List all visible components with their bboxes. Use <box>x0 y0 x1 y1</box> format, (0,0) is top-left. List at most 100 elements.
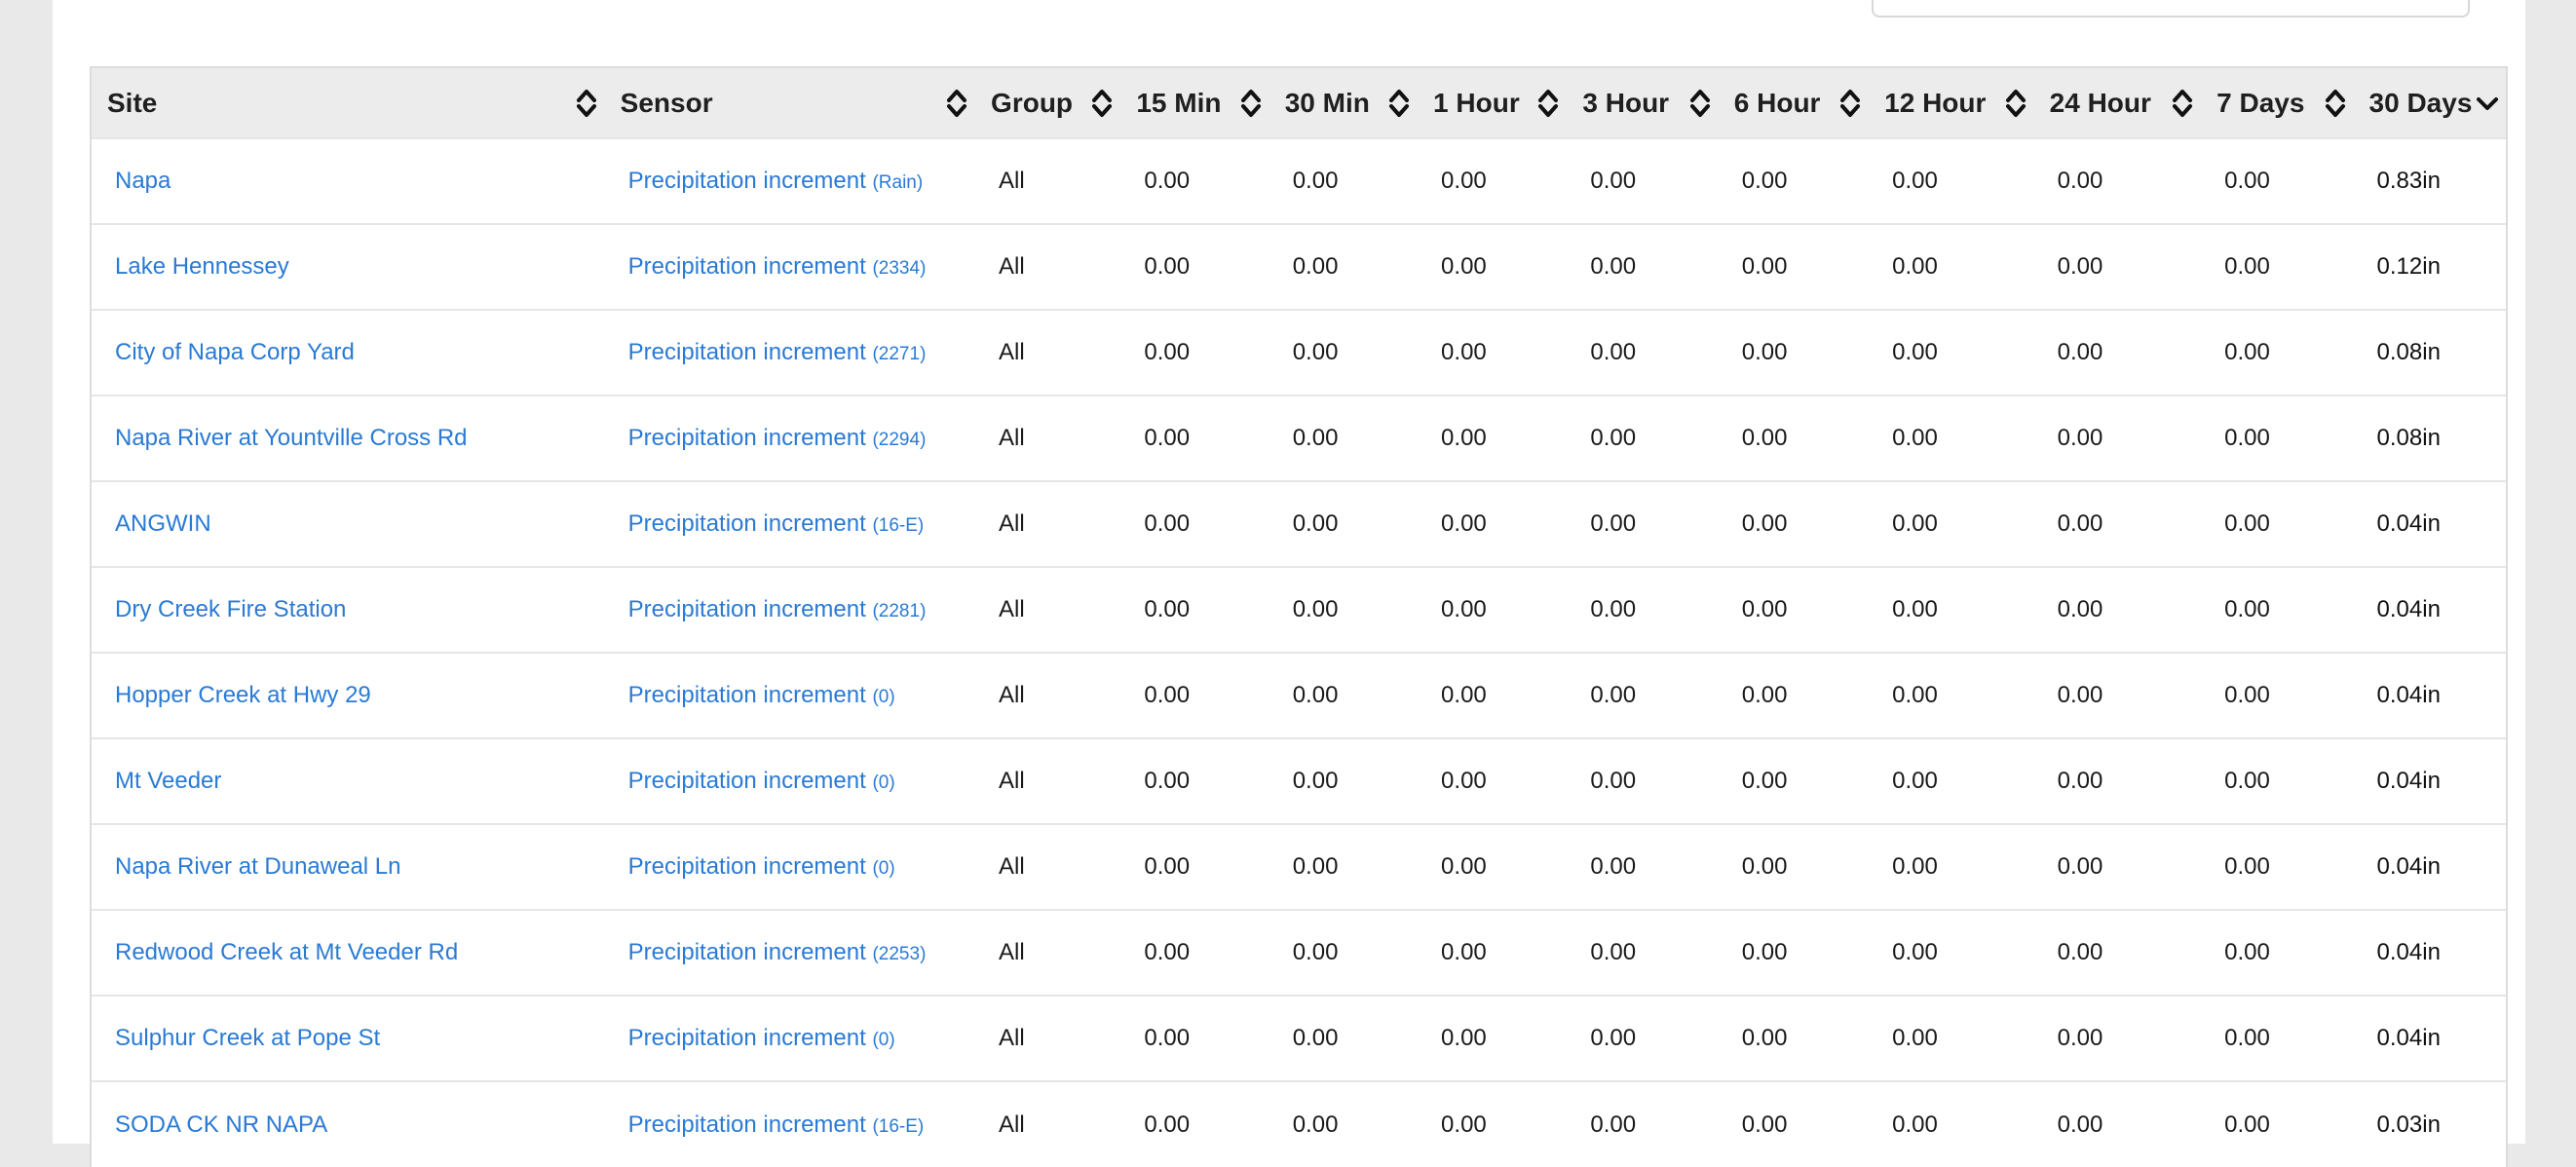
sensor-name: Precipitation increment <box>627 1111 866 1138</box>
sensor-link[interactable]: Precipitation increment (16-E) <box>628 510 925 537</box>
value-cell-3-hour: 0.00 <box>1590 768 1637 794</box>
sensor-code: (16-E) <box>872 515 925 536</box>
sensor-cell: Precipitation increment (16-E) <box>605 1081 975 1167</box>
value-cell-12-hour: 0.00 <box>1892 682 1938 708</box>
value-cell-12-hour: 0.00 <box>1892 168 1938 194</box>
sort-both-icon[interactable] <box>1240 87 1262 120</box>
value-cell-6-hour: 0.00 <box>1741 168 1788 194</box>
sensor-link[interactable]: Precipitation increment (0) <box>628 1025 895 1051</box>
value-cell-12-hour: 0.00 <box>1892 253 1938 280</box>
sensor-cell: Precipitation increment (2334) <box>605 224 975 310</box>
sort-both-icon[interactable] <box>576 87 597 120</box>
column-header-30-min[interactable]: 30 Min <box>1269 68 1418 138</box>
site-link[interactable]: Napa <box>115 168 170 194</box>
value-cell-24-hour: 0.00 <box>2057 1025 2103 1051</box>
column-header-label: 12 Hour <box>1884 87 1987 118</box>
column-header-label: 24 Hour <box>2049 87 2151 118</box>
value-cell-30-min: 0.00 <box>1292 1025 1339 1051</box>
sensor-link[interactable]: Precipitation increment (2294) <box>628 425 927 451</box>
sort-both-icon[interactable] <box>2325 87 2346 120</box>
sort-both-icon[interactable] <box>2172 87 2193 120</box>
table-row: Mt Veeder Precipitation increment (0) All 0… <box>92 738 2506 824</box>
sort-both-icon[interactable] <box>1091 87 1113 120</box>
value-cell-15-min: 0.00 <box>1144 1111 1191 1138</box>
value-cell-7-days: 0.00 <box>2224 425 2270 451</box>
value-cell-1-hour: 0.00 <box>1441 168 1487 194</box>
column-header-3-hour[interactable]: 3 Hour <box>1567 68 1718 138</box>
value-cell-24-hour: 0.00 <box>2057 168 2103 194</box>
chevron-down-icon[interactable] <box>2477 87 2498 120</box>
site-link[interactable]: Napa River at Yountville Cross Rd <box>115 425 468 451</box>
column-header-24-hour[interactable]: 24 Hour <box>2034 68 2202 138</box>
sensor-link[interactable]: Precipitation increment (2271) <box>628 339 927 365</box>
site-link[interactable]: Hopper Creek at Hwy 29 <box>115 682 371 708</box>
column-header-7-days[interactable]: 7 Days <box>2201 68 2353 138</box>
site-link[interactable]: Sulphur Creek at Pope St <box>115 1025 380 1051</box>
sensor-name: Precipitation increment <box>627 510 866 537</box>
value-cell-15-min: 0.00 <box>1144 510 1191 537</box>
sensor-link[interactable]: Precipitation increment (2253) <box>628 939 927 965</box>
column-header-label: 3 Hour <box>1582 87 1670 118</box>
sort-both-icon[interactable] <box>2005 87 2027 120</box>
site-link[interactable]: Redwood Creek at Mt Veeder Rd <box>115 939 458 965</box>
value-cell-6-hour: 0.00 <box>1741 510 1788 537</box>
value-cell-24-hour: 0.00 <box>2057 596 2103 622</box>
value-cell-30-days: 0.83in <box>2376 168 2441 194</box>
value-cell-1-hour: 0.00 <box>1441 253 1487 280</box>
column-header-6-hour[interactable]: 6 Hour <box>1719 68 1869 138</box>
sensor-link[interactable]: Precipitation increment (2334) <box>628 253 927 280</box>
column-header-sensor[interactable]: Sensor <box>605 68 975 138</box>
group-cell: All <box>999 168 1025 194</box>
value-cell-7-days: 0.00 <box>2224 853 2270 880</box>
value-cell-24-hour: 0.00 <box>2057 768 2103 794</box>
sort-both-icon[interactable] <box>1388 87 1410 120</box>
sensor-link[interactable]: Precipitation increment (Rain) <box>628 168 924 194</box>
sensor-cell: Precipitation increment (16-E) <box>605 481 975 567</box>
site-link[interactable]: Mt Veeder <box>115 768 221 794</box>
site-link[interactable]: City of Napa Corp Yard <box>115 339 355 365</box>
sensor-link[interactable]: Precipitation increment (2281) <box>628 596 927 622</box>
sensor-name: Precipitation increment <box>627 939 866 965</box>
sensor-link[interactable]: Precipitation increment (0) <box>628 853 895 880</box>
sort-both-icon[interactable] <box>1689 87 1711 120</box>
value-cell-30-days: 0.04in <box>2376 768 2441 794</box>
column-header-15-min[interactable]: 15 Min <box>1120 68 1269 138</box>
column-header-group[interactable]: Group <box>975 68 1120 138</box>
sort-both-icon[interactable] <box>1537 87 1559 120</box>
value-cell-15-min: 0.00 <box>1144 768 1191 794</box>
site-link[interactable]: SODA CK NR NAPA <box>115 1111 327 1138</box>
value-cell-6-hour: 0.00 <box>1741 1111 1788 1138</box>
site-cell: Hopper Creek at Hwy 29 <box>92 653 605 738</box>
column-header-site[interactable]: Site <box>92 68 605 138</box>
value-cell-7-days: 0.00 <box>2224 168 2270 194</box>
site-link[interactable]: Lake Hennessey <box>115 253 289 280</box>
group-cell: All <box>999 339 1025 365</box>
site-link[interactable]: ANGWIN <box>115 510 211 537</box>
value-cell-12-hour: 0.00 <box>1892 425 1938 451</box>
sensor-link[interactable]: Precipitation increment (0) <box>628 682 895 708</box>
value-cell-30-days: 0.08in <box>2376 425 2441 451</box>
site-cell: Napa River at Dunaweal Ln <box>92 824 605 910</box>
value-cell-15-min: 0.00 <box>1144 168 1191 194</box>
sensor-cell: Precipitation increment (2294) <box>605 395 975 481</box>
sort-both-icon[interactable] <box>946 87 967 120</box>
group-cell: All <box>999 596 1025 622</box>
sort-both-icon[interactable] <box>1839 87 1861 120</box>
value-cell-6-hour: 0.00 <box>1741 853 1788 880</box>
column-header-30-days[interactable]: 30 Days <box>2354 68 2506 138</box>
sensor-cell: Precipitation increment (0) <box>605 653 975 738</box>
value-cell-3-hour: 0.00 <box>1590 253 1637 280</box>
value-cell-30-min: 0.00 <box>1292 939 1339 965</box>
site-link[interactable]: Napa River at Dunaweal Ln <box>115 853 401 880</box>
value-cell-6-hour: 0.00 <box>1741 939 1788 965</box>
value-cell-7-days: 0.00 <box>2224 768 2270 794</box>
column-header-1-hour[interactable]: 1 Hour <box>1418 68 1567 138</box>
value-cell-12-hour: 0.00 <box>1892 1111 1938 1138</box>
site-link[interactable]: Dry Creek Fire Station <box>115 596 346 622</box>
search-input[interactable] <box>1872 0 2470 18</box>
value-cell-7-days: 0.00 <box>2224 510 2270 537</box>
value-cell-1-hour: 0.00 <box>1441 1025 1487 1051</box>
sensor-link[interactable]: Precipitation increment (0) <box>628 768 895 794</box>
sensor-link[interactable]: Precipitation increment (16-E) <box>628 1111 925 1138</box>
column-header-12-hour[interactable]: 12 Hour <box>1869 68 2034 138</box>
